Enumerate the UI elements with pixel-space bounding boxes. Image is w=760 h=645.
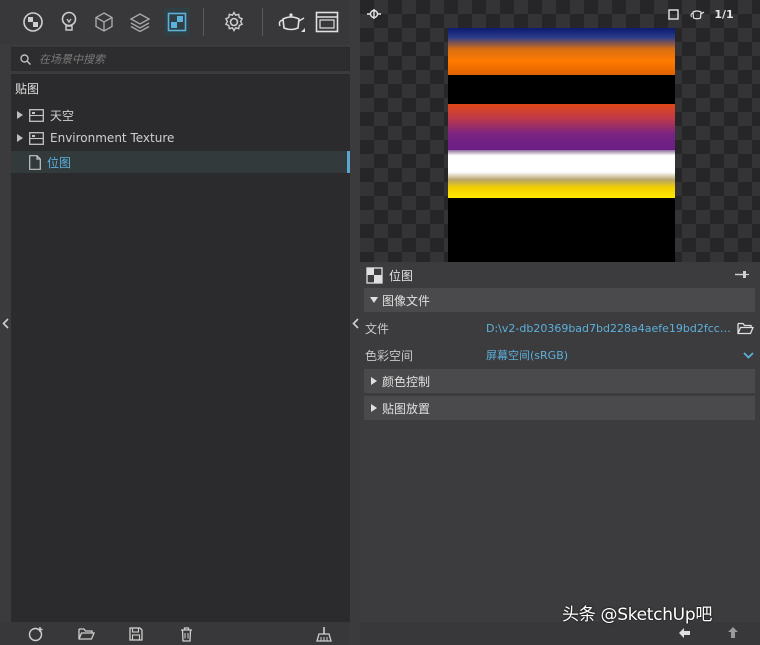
ratio-label[interactable]: 1/1 [712,7,736,21]
tree-item-label: 位图 [47,155,72,170]
settings-gear-icon[interactable] [220,8,248,36]
window-icon[interactable] [313,8,341,36]
section-color-control[interactable]: 颜色控制 [364,369,755,393]
tree-root-label: 贴图 [15,82,40,96]
bottom-toolbar [0,622,356,645]
document-icon [29,154,41,170]
scene-tree: 贴图 天空 Environment Texture 位图 [11,74,350,622]
tree-item-label: Environment Texture [50,131,175,145]
expand-triangle-icon [366,377,382,385]
toolbar-separator [262,8,263,36]
expand-arrow-icon[interactable] [13,134,27,142]
light-bulb-icon[interactable] [56,8,82,36]
square-icon[interactable] [666,7,680,21]
inspector-panel: 1/1 位图 图像文件 文件 D:\v2-db20369bad7bd228a4a… [360,0,760,645]
properties-title: 位图 [389,268,414,283]
teapot-icon[interactable] [688,7,706,21]
texture-band-2 [448,104,675,150]
tree-item-label: 天空 [50,108,75,123]
texture-band-3 [448,150,675,172]
file-label: 文件 [365,321,390,336]
file-row: 文件 D:\v2-db20369bad7bd228a4aefe19bd2fcc6… [360,316,760,340]
collapse-right-icon[interactable] [350,312,360,334]
app-window: 贴图 天空 Environment Texture 位图 [0,0,760,645]
tree-item-sky[interactable]: 天空 [11,104,350,126]
colorspace-select[interactable]: 屏幕空间(sRGB) [486,347,732,363]
scene-search [11,47,350,71]
open-folder-icon[interactable] [77,626,95,642]
colorspace-row: 色彩空间 屏幕空间(sRGB) [360,343,760,367]
properties-panel: 位图 图像文件 文件 D:\v2-db20369bad7bd228a4aefe1… [360,262,760,645]
section-image-file[interactable]: 图像文件 [364,288,755,312]
inspector-footer [360,622,760,645]
cleanup-broom-icon[interactable] [315,626,333,642]
watermark-text: 头条 @SketchUp吧 [562,605,713,625]
arrow-left-icon[interactable] [678,627,691,639]
file-path-value[interactable]: D:\v2-db20369bad7bd228a4aefe19bd2fcc6... [486,322,732,335]
section-label: 贴图放置 [382,401,431,416]
expand-arrow-icon[interactable] [13,111,27,119]
add-icon[interactable] [27,626,45,642]
collapse-triangle-icon [366,297,382,303]
texture-preview: 1/1 [360,0,760,262]
delete-icon[interactable] [177,626,195,642]
browse-folder-icon[interactable] [737,322,754,335]
search-icon [20,50,32,69]
tree-item-bitmap[interactable]: 位图 [11,151,350,173]
arrow-up-icon[interactable] [727,626,739,639]
collapse-left-icon[interactable] [0,312,10,334]
image-node-icon [29,108,44,122]
texture-image [448,28,675,262]
properties-header: 位图 [360,262,760,288]
top-toolbar [0,0,356,44]
save-icon[interactable] [127,626,145,642]
texture-node-icon [366,266,383,284]
search-input[interactable] [39,52,339,66]
toolbar-separator [203,8,204,36]
expand-triangle-icon [366,404,382,412]
teapot-render-icon[interactable] [275,8,307,36]
tree-item-environment-texture[interactable]: Environment Texture [11,127,350,149]
cube-icon[interactable] [91,8,117,36]
material-ball-icon[interactable] [20,8,46,36]
layers-icon[interactable] [127,8,153,36]
scene-panel: 贴图 天空 Environment Texture 位图 [0,0,356,645]
link-icon[interactable] [366,7,382,21]
image-node-icon [29,131,44,145]
texture-band-1 [448,28,675,75]
colorspace-label: 色彩空间 [365,348,414,363]
section-label: 颜色控制 [382,374,431,389]
section-texture-placement[interactable]: 贴图放置 [364,396,755,420]
section-label: 图像文件 [382,293,431,308]
chevron-down-icon[interactable] [743,351,754,359]
texture-icon[interactable] [164,8,190,36]
preview-toolbar: 1/1 [360,0,760,28]
texture-band-4 [448,172,675,198]
pin-icon[interactable] [735,270,749,279]
